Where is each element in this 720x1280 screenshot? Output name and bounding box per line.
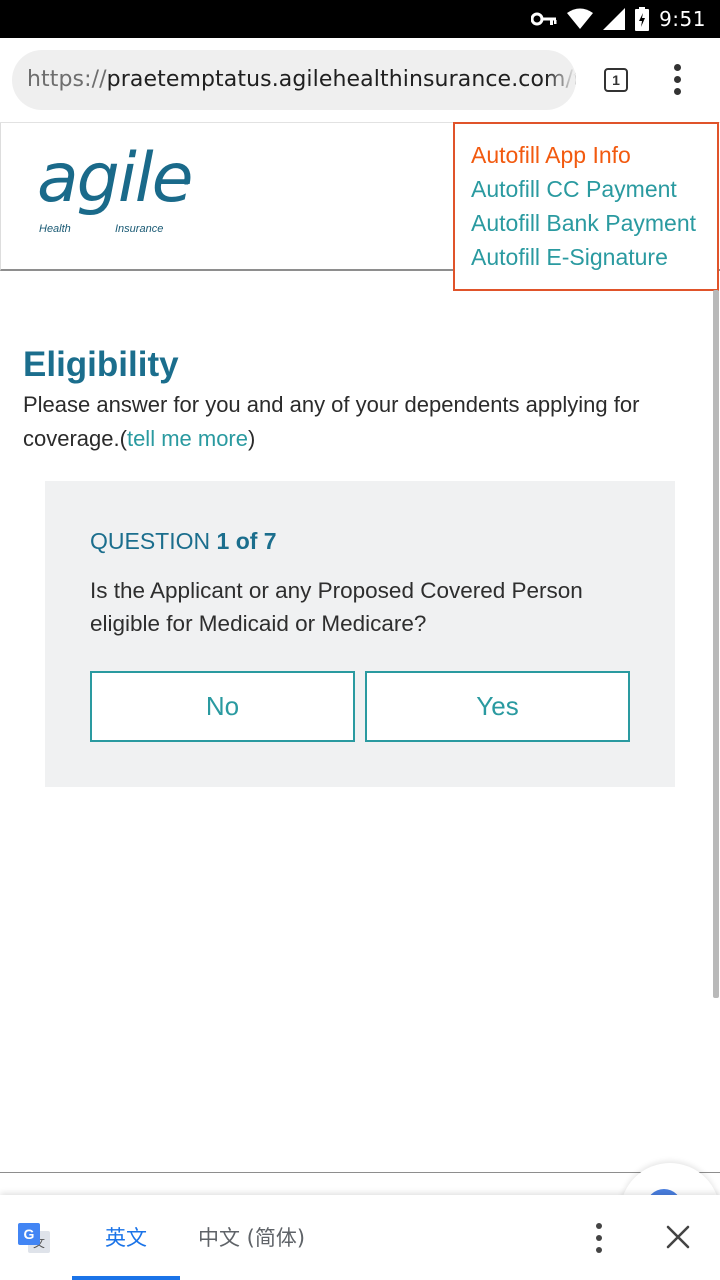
url-fade bbox=[546, 50, 576, 110]
intro-body: Please answer for you and any of your de… bbox=[23, 392, 640, 451]
signal-icon bbox=[603, 8, 626, 30]
status-bar: 9:51 bbox=[0, 0, 720, 38]
url-text: https://praetemptatus.agilehealthinsuran… bbox=[27, 67, 576, 92]
translate-g-glyph: G bbox=[18, 1223, 40, 1245]
intro-text: Please answer for you and any of your de… bbox=[23, 388, 693, 456]
tell-me-more-link[interactable]: tell me more bbox=[127, 426, 248, 451]
page-scrollbar[interactable] bbox=[713, 290, 719, 998]
autofill-cc-payment-link[interactable]: Autofill CC Payment bbox=[471, 172, 717, 206]
browser-menu-icon[interactable] bbox=[666, 64, 690, 96]
translate-divider bbox=[0, 1172, 720, 1173]
source-language-tab[interactable]: 英文 bbox=[105, 1222, 147, 1252]
url-bar[interactable]: https://praetemptatus.agilehealthinsuran… bbox=[12, 50, 576, 110]
no-button[interactable]: No bbox=[90, 671, 355, 742]
question-card: QUESTION 1 of 7 Is the Applicant or any … bbox=[45, 481, 675, 787]
page-title: Eligibility bbox=[23, 345, 179, 384]
key-icon bbox=[531, 12, 557, 26]
url-scheme: https:// bbox=[27, 67, 107, 92]
source-language-underline bbox=[72, 1276, 180, 1280]
wifi-icon bbox=[567, 8, 594, 29]
question-progress: 1 of 7 bbox=[216, 528, 277, 554]
agile-logo[interactable]: agile ® Health Insurance bbox=[37, 145, 207, 241]
url-host: praetemptatus.agilehealthinsurance.com/t bbox=[106, 67, 576, 92]
autofill-panel: Autofill App Info Autofill CC Payment Au… bbox=[453, 122, 719, 291]
battery-icon bbox=[635, 7, 650, 31]
autofill-esignature-link[interactable]: Autofill E-Signature bbox=[471, 240, 717, 274]
close-icon[interactable] bbox=[664, 1223, 692, 1251]
logo-health: Health bbox=[39, 223, 71, 235]
status-time: 9:51 bbox=[659, 7, 706, 31]
yes-button[interactable]: Yes bbox=[365, 671, 630, 742]
logo-registered: ® bbox=[183, 177, 190, 187]
logo-insurance: Insurance bbox=[115, 223, 164, 235]
question-text: Is the Applicant or any Proposed Covered… bbox=[90, 578, 583, 636]
intro-close: ) bbox=[248, 426, 256, 451]
question-word: QUESTION bbox=[90, 528, 217, 554]
translate-menu-icon[interactable] bbox=[590, 1223, 610, 1255]
autofill-bank-payment-link[interactable]: Autofill Bank Payment bbox=[471, 206, 717, 240]
translate-bar: 文 G 英文 中文 (简体) bbox=[0, 1195, 720, 1280]
question-label: QUESTION 1 of 7 bbox=[90, 528, 277, 555]
tab-switcher-button[interactable]: 1 bbox=[604, 68, 628, 92]
status-icons: 9:51 bbox=[531, 0, 706, 38]
logo-wordmark: agile bbox=[37, 139, 193, 218]
target-language-tab[interactable]: 中文 (简体) bbox=[198, 1222, 305, 1252]
google-translate-icon: 文 G bbox=[18, 1223, 52, 1253]
autofill-app-info-link[interactable]: Autofill App Info bbox=[471, 138, 717, 172]
browser-toolbar: https://praetemptatus.agilehealthinsuran… bbox=[0, 38, 720, 123]
